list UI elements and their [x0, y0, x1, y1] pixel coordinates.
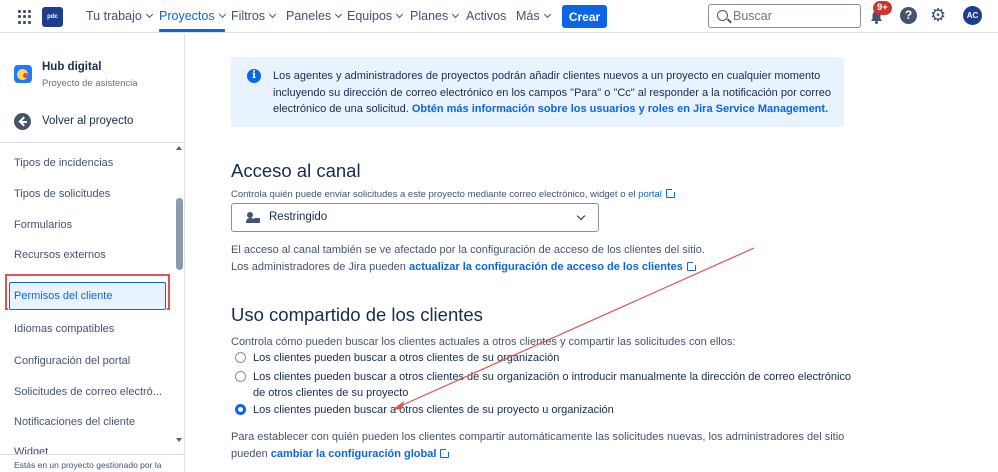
annotation-arrow	[392, 247, 755, 410]
